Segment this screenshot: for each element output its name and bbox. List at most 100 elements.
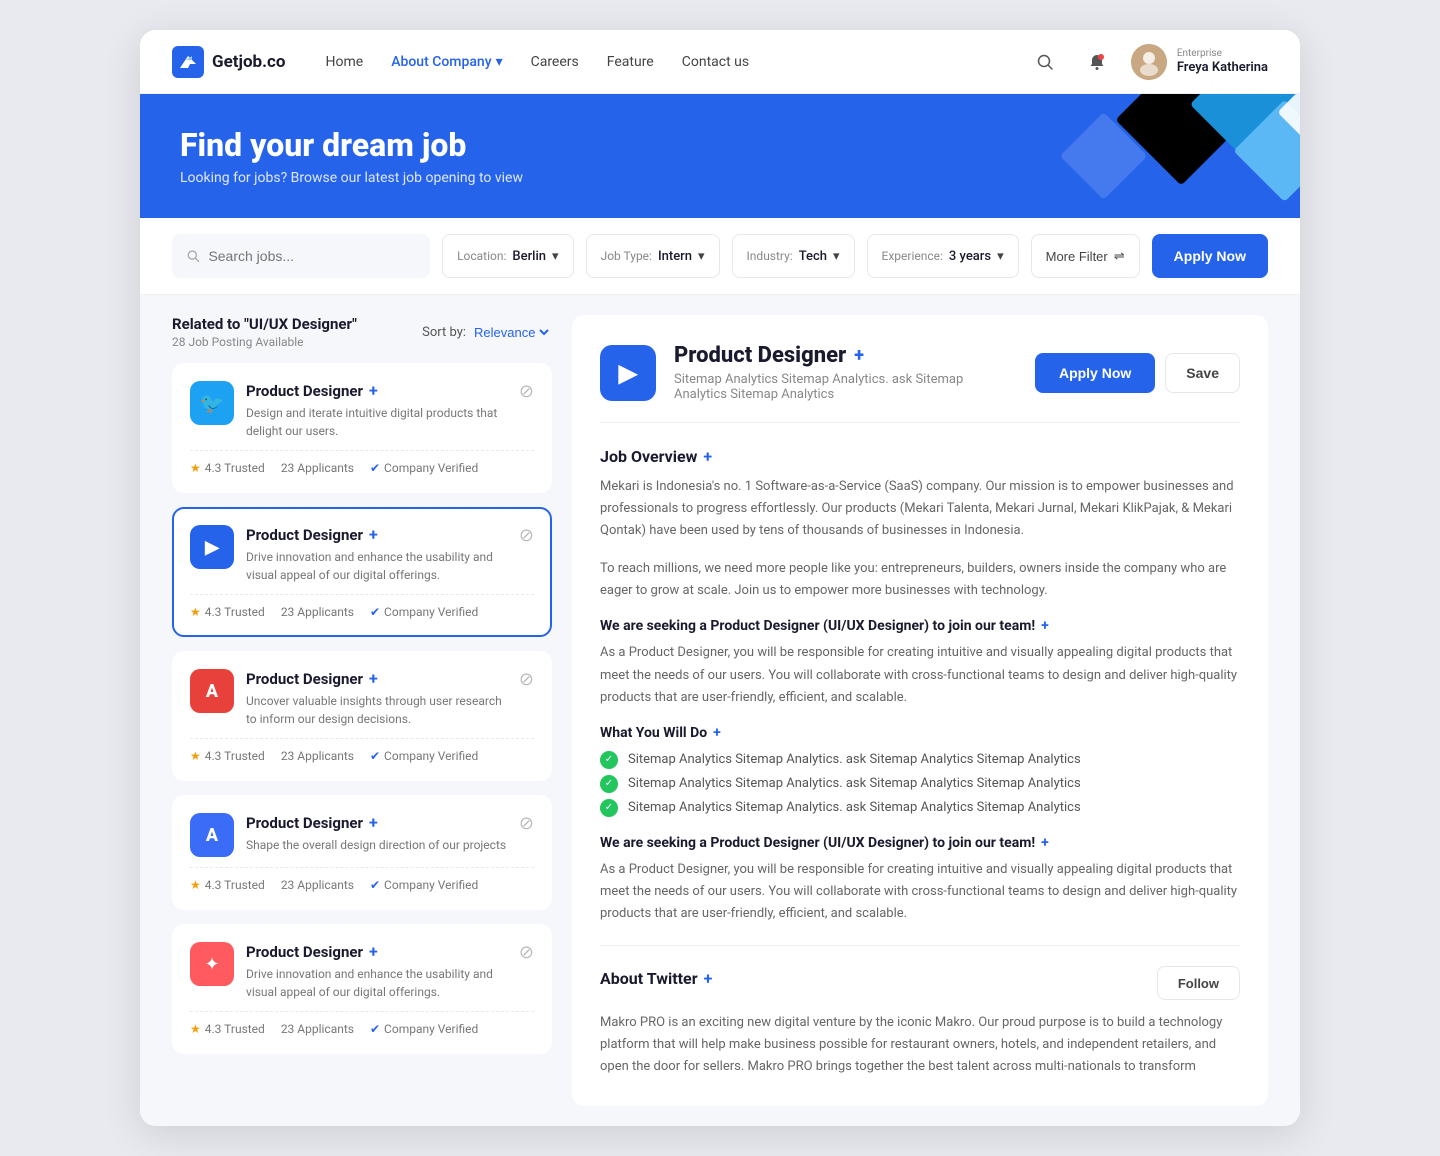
job-plus-icon-4: +: [369, 813, 378, 832]
industry-filter[interactable]: Industry: Tech ▾: [732, 234, 855, 278]
star-icon-2: ★: [190, 605, 201, 619]
bookmark-button-3[interactable]: ⊘: [519, 669, 534, 690]
overview-p2: To reach millions, we need more people l…: [600, 558, 1240, 602]
about-text: Makro PRO is an exciting new digital ven…: [600, 1012, 1240, 1078]
nav-about-company[interactable]: About Company ▾: [391, 54, 502, 70]
company-logo-3: A: [190, 669, 234, 713]
job-info-5: Product Designer + Drive innovation and …: [246, 942, 507, 1001]
job-info-4: Product Designer + Shape the overall des…: [246, 813, 507, 854]
job-card-5[interactable]: ✦ Product Designer + Drive innovation an…: [172, 924, 552, 1054]
list-item-1: ✓ Sitemap Analytics Sitemap Analytics. a…: [600, 751, 1240, 769]
what-you-do-title: What You Will Do +: [600, 725, 1240, 741]
search-apply-button[interactable]: Apply Now: [1152, 234, 1268, 278]
company-logo-5: ✦: [190, 942, 234, 986]
avatar: [1131, 44, 1167, 80]
company-logo-2: ▶: [190, 525, 234, 569]
list-item-3: ✓ Sitemap Analytics Sitemap Analytics. a…: [600, 799, 1240, 817]
job-plus-icon-3: +: [369, 669, 378, 688]
job-overview-section: Job Overview + Mekari is Indonesia's no.…: [600, 447, 1240, 602]
job-desc-2: Drive innovation and enhance the usabili…: [246, 548, 507, 584]
star-icon-4: ★: [190, 878, 201, 892]
verified-icon-1: ✔: [370, 461, 380, 475]
jobtype-filter[interactable]: Job Type: Intern ▾: [586, 234, 720, 278]
search-input-wrap[interactable]: [172, 234, 430, 278]
job-plus-icon-5: +: [369, 942, 378, 961]
seeking2-desc: As a Product Designer, you will be respo…: [600, 859, 1240, 925]
list-item-2: ✓ Sitemap Analytics Sitemap Analytics. a…: [600, 775, 1240, 793]
apply-now-button[interactable]: Apply Now: [1035, 353, 1155, 393]
chevron-down-icon: ▾: [552, 249, 559, 264]
navbar: Getjob.co Home About Company ▾ Careers F…: [140, 30, 1300, 94]
main-window: Getjob.co Home About Company ▾ Careers F…: [140, 30, 1300, 1126]
seeking-title: We are seeking a Product Designer (UI/UX…: [600, 618, 1240, 634]
related-title: Related to "UI/UX Designer": [172, 315, 357, 333]
save-button[interactable]: Save: [1165, 353, 1240, 393]
job-card-4[interactable]: A Product Designer + Shape the overall d…: [172, 795, 552, 910]
about-plus-icon: +: [704, 969, 713, 988]
job-title-3: Product Designer: [246, 670, 363, 688]
job-detail-subtitle: Sitemap Analytics Sitemap Analytics. ask…: [674, 372, 1017, 402]
bookmark-button-4[interactable]: ⊘: [519, 813, 534, 834]
experience-filter[interactable]: Experience: 3 years ▾: [867, 234, 1019, 278]
seeking-plus-icon: +: [1041, 618, 1049, 634]
job-desc-4: Shape the overall design direction of ou…: [246, 836, 507, 854]
nav-feature[interactable]: Feature: [607, 54, 654, 70]
sort-control[interactable]: Sort by: Relevance Newest Oldest: [422, 324, 552, 341]
title-plus-icon: +: [854, 345, 864, 366]
nav-careers[interactable]: Careers: [531, 54, 579, 70]
bookmark-button-5[interactable]: ⊘: [519, 942, 534, 963]
nav-right: Enterprise Freya Katherina: [1027, 44, 1268, 80]
left-panel: Related to "UI/UX Designer" 28 Job Posti…: [172, 315, 552, 1106]
job-detail-header: ▶ Product Designer + Sitemap Analytics S…: [600, 343, 1240, 423]
nav-home[interactable]: Home: [326, 54, 364, 70]
what-you-do-plus-icon: +: [713, 725, 721, 741]
bookmark-button-1[interactable]: ⊘: [519, 381, 534, 402]
job-card-footer-3: ★4.3 Trusted 23 Applicants ✔Company Veri…: [190, 738, 534, 763]
seeking-section-2: We are seeking a Product Designer (UI/UX…: [600, 835, 1240, 925]
job-card-footer-1: ★4.3 Trusted 23 Applicants ✔Company Veri…: [190, 450, 534, 475]
logo-text: Getjob.co: [212, 52, 286, 72]
location-filter[interactable]: Location: Berlin ▾: [442, 234, 574, 278]
company-logo-1: 🐦: [190, 381, 234, 425]
job-title-5: Product Designer: [246, 943, 363, 961]
job-title-4: Product Designer: [246, 814, 363, 832]
more-filter-button[interactable]: More Filter ⇌: [1031, 234, 1140, 278]
job-card-1[interactable]: 🐦 Product Designer + Design and iterate …: [172, 363, 552, 493]
notification-button[interactable]: [1079, 44, 1115, 80]
detail-action-buttons: Apply Now Save: [1035, 353, 1240, 393]
verified-icon-3: ✔: [370, 749, 380, 763]
seeking2-plus-icon: +: [1041, 835, 1049, 851]
job-title-2: Product Designer: [246, 526, 363, 544]
what-you-do-list: ✓ Sitemap Analytics Sitemap Analytics. a…: [600, 751, 1240, 817]
right-panel: ▶ Product Designer + Sitemap Analytics S…: [572, 315, 1268, 1106]
job-detail-title: Product Designer +: [674, 343, 1017, 368]
job-count: 28 Job Posting Available: [172, 335, 357, 349]
chevron-down-icon: ▾: [997, 249, 1004, 264]
verified-icon-2: ✔: [370, 605, 380, 619]
notification-icon: [1088, 53, 1106, 71]
overview-plus-icon: +: [703, 447, 712, 466]
verified-icon-4: ✔: [370, 878, 380, 892]
about-section: About Twitter + Follow Makro PRO is an e…: [600, 966, 1240, 1078]
job-card-2[interactable]: ▶ Product Designer + Drive innovation an…: [172, 507, 552, 637]
job-detail-info: Product Designer + Sitemap Analytics Sit…: [674, 343, 1017, 402]
hero-banner: Find your dream job Looking for jobs? Br…: [140, 94, 1300, 218]
sort-select[interactable]: Relevance Newest Oldest: [470, 324, 552, 341]
overview-p1: Mekari is Indonesia's no. 1 Software-as-…: [600, 476, 1240, 542]
search-button[interactable]: [1027, 44, 1063, 80]
job-plus-icon-1: +: [369, 381, 378, 400]
star-icon-3: ★: [190, 749, 201, 763]
logo[interactable]: Getjob.co: [172, 46, 286, 78]
filter-icon: ⇌: [1114, 248, 1125, 264]
job-card-3[interactable]: A Product Designer + Uncover valuable in…: [172, 651, 552, 781]
job-info-3: Product Designer + Uncover valuable insi…: [246, 669, 507, 728]
hero-decoration: [866, 94, 1300, 218]
job-title-1: Product Designer: [246, 382, 363, 400]
search-input[interactable]: [208, 248, 416, 264]
nav-contact[interactable]: Contact us: [682, 54, 749, 70]
user-profile[interactable]: Enterprise Freya Katherina: [1131, 44, 1268, 80]
follow-button[interactable]: Follow: [1157, 966, 1240, 1000]
bookmark-button-2[interactable]: ⊘: [519, 525, 534, 546]
check-icon-2: ✓: [600, 775, 618, 793]
overview-title: Job Overview +: [600, 447, 1240, 466]
